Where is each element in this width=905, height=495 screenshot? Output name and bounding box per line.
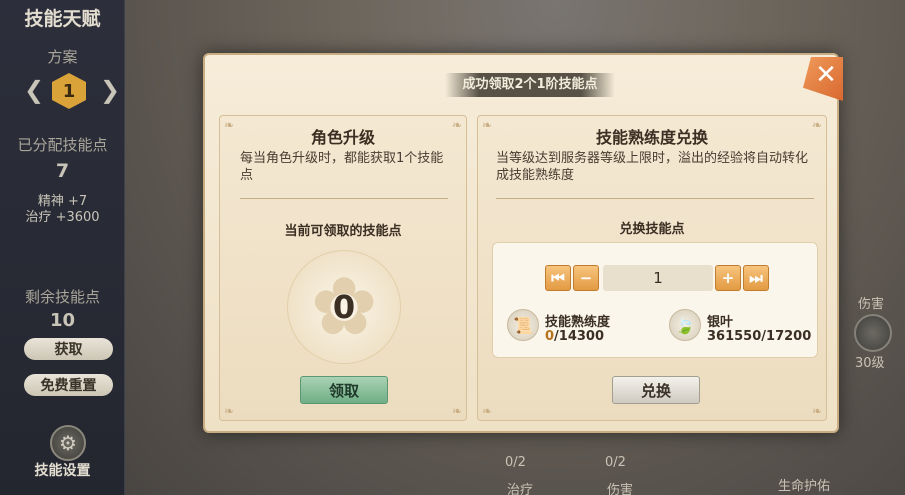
max-quantity-button[interactable]: ⏭ — [743, 265, 769, 291]
divider — [496, 198, 814, 199]
available-points-value: 0 — [332, 288, 356, 326]
divider — [240, 198, 448, 199]
life-guard-node-name: 生命护佑 — [778, 479, 831, 494]
silver-leaf-value: 361550/17200 — [707, 329, 812, 344]
remaining-points-label: 剩余技能点 — [24, 288, 100, 306]
corner-ornament-icon: ❧ — [451, 404, 463, 418]
plan-prev-arrow-icon[interactable]: ❮ — [24, 76, 44, 104]
plan-next-arrow-icon[interactable]: ❯ — [100, 76, 120, 104]
right-skill-node[interactable] — [854, 314, 892, 352]
skill-points-modal: 成功领取2个1阶技能点 ✕ ❧ ❧ ❧ ❧ 角色升级 每当角色升级时，都能获取1… — [203, 53, 843, 433]
silver-leaf-icon: 🍃 — [669, 309, 701, 341]
gear-icon[interactable]: ⚙ — [50, 425, 86, 461]
proficiency-value: 0/14300 — [545, 329, 605, 344]
level-up-title: 角色升级 — [310, 128, 375, 147]
success-toast: 成功领取2个1阶技能点 — [445, 73, 615, 97]
right-node-level: 30级 — [855, 356, 885, 371]
claim-button[interactable]: 领取 — [300, 376, 388, 404]
exchange-points-label: 兑换技能点 — [619, 222, 685, 237]
remaining-points-value: 10 — [49, 310, 76, 331]
level-up-panel: ❧ ❧ ❧ ❧ 角色升级 每当角色升级时，都能获取1个技能点 当前可领取的技能点… — [219, 115, 467, 421]
proficiency-exchange-description: 当等级达到服务器等级上限时，溢出的经验将自动转化成技能熟练度 — [496, 151, 809, 183]
available-points-label: 当前可领取的技能点 — [284, 224, 402, 239]
plan-number-badge[interactable]: 1 — [52, 73, 86, 109]
decrease-quantity-button[interactable]: − — [573, 265, 599, 291]
node-heal-count: 0/2 — [505, 455, 526, 470]
get-points-button[interactable]: 获取 — [24, 338, 113, 360]
proficiency-label: 技能熟练度 — [545, 315, 611, 330]
proficiency-exchange-title: 技能熟练度兑换 — [595, 128, 708, 147]
close-icon[interactable]: ✕ — [803, 57, 843, 101]
min-quantity-button[interactable]: ⏮ — [545, 265, 571, 291]
right-node-name: 伤害 — [858, 297, 885, 312]
sidebar-title: 技能天赋 — [24, 8, 101, 30]
corner-ornament-icon: ❧ — [481, 404, 493, 418]
allocated-points-value: 7 — [55, 160, 70, 182]
exchange-button[interactable]: 兑换 — [612, 376, 700, 404]
node-damage-count: 0/2 — [605, 455, 626, 470]
bonus-heal: 治疗 +3600 — [25, 210, 100, 225]
proficiency-scroll-icon: 📜 — [507, 309, 539, 341]
increase-quantity-button[interactable]: + — [715, 265, 741, 291]
available-points-circle: ✿ 0 — [287, 250, 401, 364]
level-up-description: 每当角色升级时，都能获取1个技能点 — [240, 151, 444, 183]
free-reset-button[interactable]: 免费重置 — [24, 374, 113, 396]
skill-settings-label: 技能设置 — [34, 463, 91, 479]
proficiency-exchange-panel: ❧ ❧ ❧ ❧ 技能熟练度兑换 当等级达到服务器等级上限时，溢出的经验将自动转化… — [477, 115, 827, 421]
sidebar: 技能天赋 方案 ❮ 1 ❯ 已分配技能点 7 精神 +7 治疗 +3600 剩余… — [0, 0, 125, 495]
allocated-points-label: 已分配技能点 — [17, 136, 108, 154]
exchange-box: ⏮ − 1 + ⏭ 📜 技能熟练度 0/14300 🍃 银叶 361550/17… — [492, 242, 818, 358]
quantity-field[interactable]: 1 — [603, 265, 713, 291]
corner-ornament-icon: ❧ — [811, 404, 823, 418]
silver-leaf-label: 银叶 — [707, 315, 734, 330]
corner-ornament-icon: ❧ — [223, 404, 235, 418]
node-damage-name: 伤害 — [607, 483, 634, 495]
node-heal-name: 治疗 — [507, 483, 534, 495]
plan-label: 方案 — [47, 48, 78, 66]
